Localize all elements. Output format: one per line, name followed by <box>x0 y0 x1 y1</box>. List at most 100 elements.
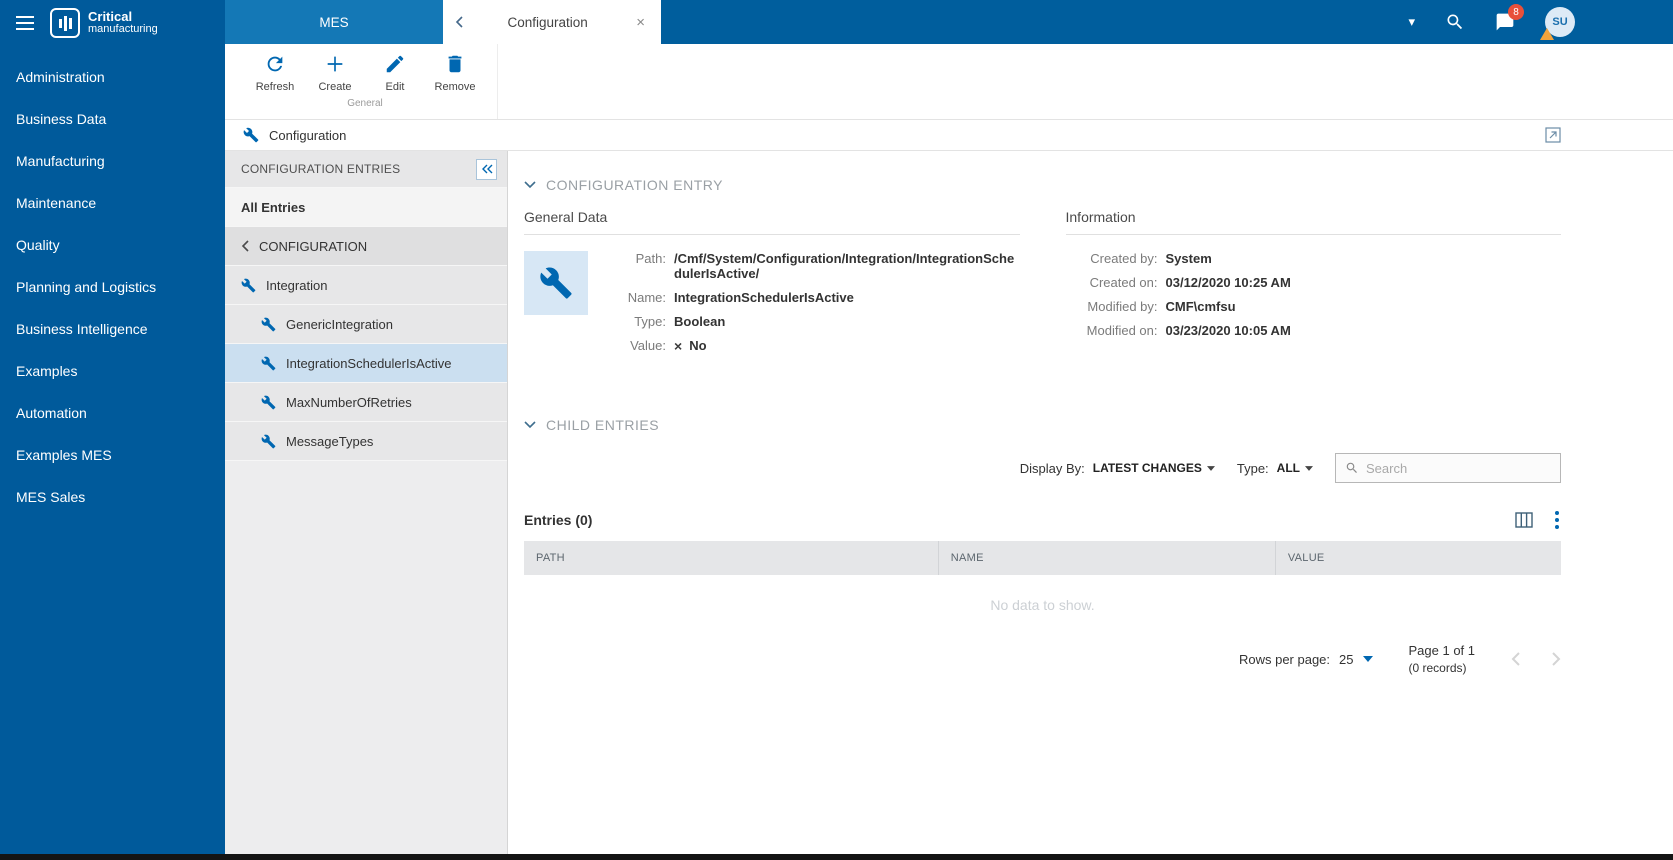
wrench-icon <box>261 395 276 410</box>
rows-per-page-label: Rows per page: <box>1239 652 1330 667</box>
tree-item-all-entries[interactable]: All Entries <box>225 188 507 227</box>
column-header-name[interactable]: NAME <box>939 541 1276 575</box>
chat-icon[interactable]: 8 <box>1495 12 1515 32</box>
hamburger-menu-icon[interactable] <box>12 12 38 34</box>
entries-search-box <box>1335 453 1561 483</box>
column-header-path[interactable]: PATH <box>524 541 939 575</box>
chevron-left-icon <box>241 240 249 252</box>
main-area: MES Configuration × ▾ 8 SU <box>225 0 1673 854</box>
rows-per-page-dropdown[interactable]: Rows per page: 25 <box>1239 652 1373 667</box>
remove-button[interactable]: Remove <box>425 51 485 93</box>
topbar-actions: ▾ 8 SU <box>1408 0 1673 44</box>
general-data-heading: General Data <box>524 209 1020 235</box>
sidebar-item-planning-and-logistics[interactable]: Planning and Logistics <box>0 266 225 308</box>
value-value: × No <box>674 338 1019 353</box>
sidebar-item-quality[interactable]: Quality <box>0 224 225 266</box>
edit-button[interactable]: Edit <box>365 51 425 93</box>
tabs-dropdown-caret-icon[interactable]: ▾ <box>1408 14 1415 30</box>
sidebar-item-automation[interactable]: Automation <box>0 392 225 434</box>
empty-table-message: No data to show. <box>524 575 1561 643</box>
logo-subtitle: manufacturing <box>88 24 158 36</box>
chat-badge: 8 <box>1508 4 1524 20</box>
sidebar-item-maintenance[interactable]: Maintenance <box>0 182 225 224</box>
tree-item-genericintegration[interactable]: GenericIntegration <box>225 305 507 344</box>
breadcrumb: Configuration <box>225 120 1673 151</box>
modified-on-label: Modified on: <box>1066 323 1158 338</box>
rows-per-page-value: 25 <box>1339 652 1353 667</box>
entries-table-header: PATH NAME VALUE <box>524 541 1561 575</box>
chevron-down-icon <box>524 181 536 189</box>
child-entries-section: CHILD ENTRIES Display By: LATEST CHANGES… <box>524 417 1561 675</box>
next-page-icon[interactable] <box>1551 651 1561 667</box>
plus-icon <box>324 53 346 75</box>
search-icon[interactable] <box>1445 12 1465 32</box>
logo-title: Critical <box>88 10 158 24</box>
false-cross-icon: × <box>674 339 682 353</box>
path-label: Path: <box>608 251 666 266</box>
tree-item-integration[interactable]: Integration <box>225 266 507 305</box>
user-avatar[interactable]: SU <box>1545 7 1575 37</box>
modified-on-value: 03/23/2020 10:05 AM <box>1166 323 1511 338</box>
tree-item-messagetypes[interactable]: MessageTypes <box>225 422 507 461</box>
name-label: Name: <box>608 290 666 305</box>
collapse-panel-icon[interactable] <box>476 159 497 180</box>
more-options-icon[interactable] <box>1553 509 1561 531</box>
wrench-icon <box>261 317 276 332</box>
information-column: Information Created by: System Created o… <box>1066 209 1562 353</box>
information-heading: Information <box>1066 209 1562 235</box>
expand-view-icon[interactable] <box>1545 127 1561 143</box>
sidebar-item-examples[interactable]: Examples <box>0 350 225 392</box>
section-child-entries[interactable]: CHILD ENTRIES <box>524 417 1561 433</box>
content: CONFIGURATION ENTRIES All Entries CONFIG… <box>225 151 1673 854</box>
tree-item-integrationschedulerisactive[interactable]: IntegrationSchedulerIsActive <box>225 344 507 383</box>
wrench-icon <box>243 127 259 143</box>
sidebar-item-mes-sales[interactable]: MES Sales <box>0 476 225 518</box>
sidebar-header: Critical manufacturing <box>0 0 225 46</box>
display-by-dropdown[interactable]: LATEST CHANGES <box>1093 461 1215 475</box>
refresh-icon <box>264 53 286 75</box>
pencil-icon <box>384 53 406 75</box>
create-button[interactable]: Create <box>305 51 365 93</box>
page-info: Page 1 of 1 (0 records) <box>1409 643 1476 675</box>
previous-page-icon[interactable] <box>1511 651 1521 667</box>
tab-back-chevron-icon[interactable] <box>455 16 463 28</box>
sidebar-menu: Administration Business Data Manufacturi… <box>0 46 225 518</box>
created-on-value: 03/12/2020 10:25 AM <box>1166 275 1511 290</box>
type-dropdown[interactable]: ALL <box>1277 461 1313 475</box>
general-data-column: General Data Path: /Cmf/System/Configura… <box>524 209 1020 353</box>
sidebar-item-administration[interactable]: Administration <box>0 56 225 98</box>
created-by-label: Created by: <box>1066 251 1158 266</box>
entries-count-title: Entries (0) <box>524 512 592 528</box>
column-header-value[interactable]: VALUE <box>1276 541 1561 575</box>
tab-configuration-label: Configuration <box>471 15 624 30</box>
caret-down-icon <box>1363 656 1373 662</box>
column-settings-icon[interactable] <box>1515 512 1533 528</box>
tab-close-icon[interactable]: × <box>632 13 649 32</box>
chevron-down-icon <box>524 421 536 429</box>
search-input[interactable] <box>1366 461 1551 476</box>
name-value: IntegrationSchedulerIsActive <box>674 290 1019 305</box>
created-on-label: Created on: <box>1066 275 1158 290</box>
records-count-text: (0 records) <box>1409 661 1476 675</box>
trash-icon <box>444 53 466 75</box>
tree-item-configuration-back[interactable]: CONFIGURATION <box>225 227 507 266</box>
created-by-value: System <box>1166 251 1511 266</box>
refresh-button[interactable]: Refresh <box>245 51 305 93</box>
entry-type-icon <box>524 251 588 315</box>
section-configuration-entry[interactable]: CONFIGURATION ENTRY <box>524 177 1561 193</box>
detail-panel: CONFIGURATION ENTRY General Data Path: /… <box>508 151 1673 854</box>
avatar-warning-icon <box>1540 28 1554 40</box>
bottom-edge-bar <box>0 854 1673 860</box>
logo-mark-icon <box>50 8 80 38</box>
tab-configuration[interactable]: Configuration × <box>443 0 661 44</box>
entries-header-row: Entries (0) <box>524 509 1561 531</box>
search-icon <box>1345 461 1359 475</box>
sidebar-item-manufacturing[interactable]: Manufacturing <box>0 140 225 182</box>
sidebar: Critical manufacturing Administration Bu… <box>0 0 225 854</box>
sidebar-item-business-intelligence[interactable]: Business Intelligence <box>0 308 225 350</box>
sidebar-item-business-data[interactable]: Business Data <box>0 98 225 140</box>
tree-item-maxnumberofretries[interactable]: MaxNumberOfRetries <box>225 383 507 422</box>
sidebar-item-examples-mes[interactable]: Examples MES <box>0 434 225 476</box>
caret-down-icon <box>1207 466 1215 471</box>
tab-mes[interactable]: MES <box>225 0 443 44</box>
